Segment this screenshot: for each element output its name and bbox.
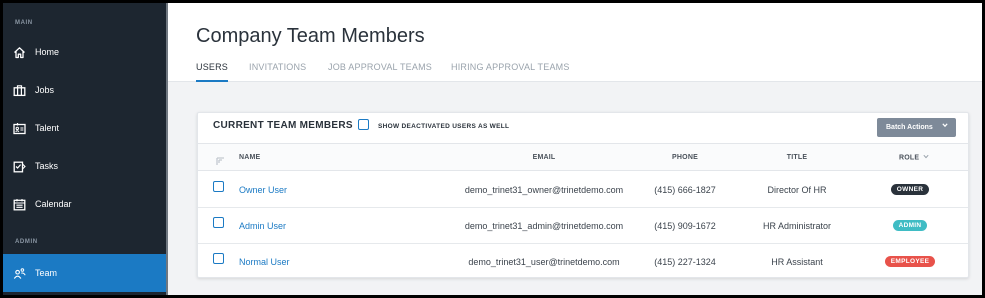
home-icon	[13, 46, 26, 59]
sidebar-item-label: Home	[35, 47, 60, 57]
tasks-icon	[13, 160, 26, 173]
user-title: HR Administrator	[762, 221, 832, 231]
tab-job-approval-teams[interactable]: JOB APPROVAL TEAMS	[328, 62, 432, 82]
column-header-name[interactable]: NAME	[239, 154, 260, 161]
user-phone: (415) 227-1324	[654, 257, 716, 267]
sidebar-item-jobs[interactable]: Jobs	[3, 71, 166, 109]
batch-actions-button[interactable]: Batch Actions	[877, 118, 956, 137]
card-header: CURRENT TEAM MEMBERS SHOW DEACTIVATED US…	[198, 113, 968, 143]
sidebar-item-label: Tasks	[35, 161, 59, 171]
row-checkbox[interactable]	[213, 217, 224, 228]
role-badge: EMPLOYEE	[885, 256, 935, 267]
user-title: Director Of HR	[767, 185, 827, 195]
column-header-role[interactable]: ROLE	[899, 154, 929, 161]
show-deactivated-checkbox[interactable]	[358, 119, 369, 130]
column-header-title[interactable]: TITLE	[787, 154, 807, 161]
tab-invitations[interactable]: INVITATIONS	[249, 62, 306, 82]
card-title: CURRENT TEAM MEMBERS	[213, 120, 353, 131]
user-phone: (415) 909-1672	[654, 221, 716, 231]
row-checkbox[interactable]	[213, 253, 224, 264]
calendar-icon	[13, 198, 26, 211]
column-header-email[interactable]: EMAIL	[533, 154, 556, 161]
user-name-link[interactable]: Owner User	[239, 185, 287, 195]
sidebar-item-label: Team	[35, 268, 58, 278]
chevron-down-icon	[923, 154, 929, 161]
column-header-role-label: ROLE	[899, 154, 920, 162]
id-card-icon	[13, 122, 26, 135]
table-row: Admin User demo_trinet31_admin@trinetdem…	[198, 208, 968, 244]
user-phone: (415) 666-1827	[654, 185, 716, 195]
team-icon	[13, 267, 26, 280]
page-header: Company Team Members USERS INVITATIONS J…	[168, 3, 982, 82]
batch-actions-label: Batch Actions	[886, 124, 933, 131]
user-email: demo_trinet31_admin@trinetdemo.com	[464, 221, 624, 231]
sidebar-item-calendar[interactable]: Calendar	[3, 185, 166, 223]
sidebar-item-label: Talent	[35, 123, 60, 133]
table-row: Owner User demo_trinet31_owner@trinetdem…	[198, 172, 968, 208]
team-members-card: CURRENT TEAM MEMBERS SHOW DEACTIVATED US…	[197, 112, 969, 278]
user-email: demo_trinet31_user@trinetdemo.com	[468, 257, 620, 267]
tab-users[interactable]: USERS	[196, 62, 229, 82]
briefcase-icon	[13, 84, 26, 97]
user-name-link[interactable]: Normal User	[239, 257, 290, 267]
sidebar-item-team[interactable]: Team	[3, 254, 166, 292]
app-window: MAIN Home Jobs Talent Tasks Calendar ADM…	[0, 0, 985, 298]
user-email: demo_trinet31_owner@trinetdemo.com	[464, 185, 624, 195]
chevron-down-icon	[942, 122, 948, 130]
sidebar-section-admin: ADMIN	[15, 239, 38, 245]
show-deactivated-label: SHOW DEACTIVATED USERS AS WELL	[378, 123, 510, 130]
table-header: NAME EMAIL PHONE TITLE ROLE	[198, 143, 968, 171]
table-row: Normal User demo_trinet31_user@trinetdem…	[198, 244, 968, 280]
sidebar-item-label: Jobs	[35, 85, 55, 95]
user-title: HR Assistant	[771, 257, 823, 267]
sidebar-item-home[interactable]: Home	[3, 33, 166, 71]
row-checkbox[interactable]	[213, 181, 224, 192]
user-name-link[interactable]: Admin User	[239, 221, 286, 231]
sidebar-section-main: MAIN	[15, 20, 33, 26]
sidebar-item-tasks[interactable]: Tasks	[3, 147, 166, 185]
page-title: Company Team Members	[196, 25, 425, 47]
sidebar-item-talent[interactable]: Talent	[3, 109, 166, 147]
sidebar-item-label: Calendar	[35, 199, 72, 209]
select-all-icon[interactable]	[216, 153, 225, 171]
column-header-phone[interactable]: PHONE	[672, 154, 698, 161]
tab-hiring-approval-teams[interactable]: HIRING APPROVAL TEAMS	[451, 62, 570, 82]
role-badge: ADMIN	[893, 220, 927, 231]
sidebar: MAIN Home Jobs Talent Tasks Calendar ADM…	[3, 3, 166, 295]
role-badge: OWNER	[891, 184, 929, 195]
